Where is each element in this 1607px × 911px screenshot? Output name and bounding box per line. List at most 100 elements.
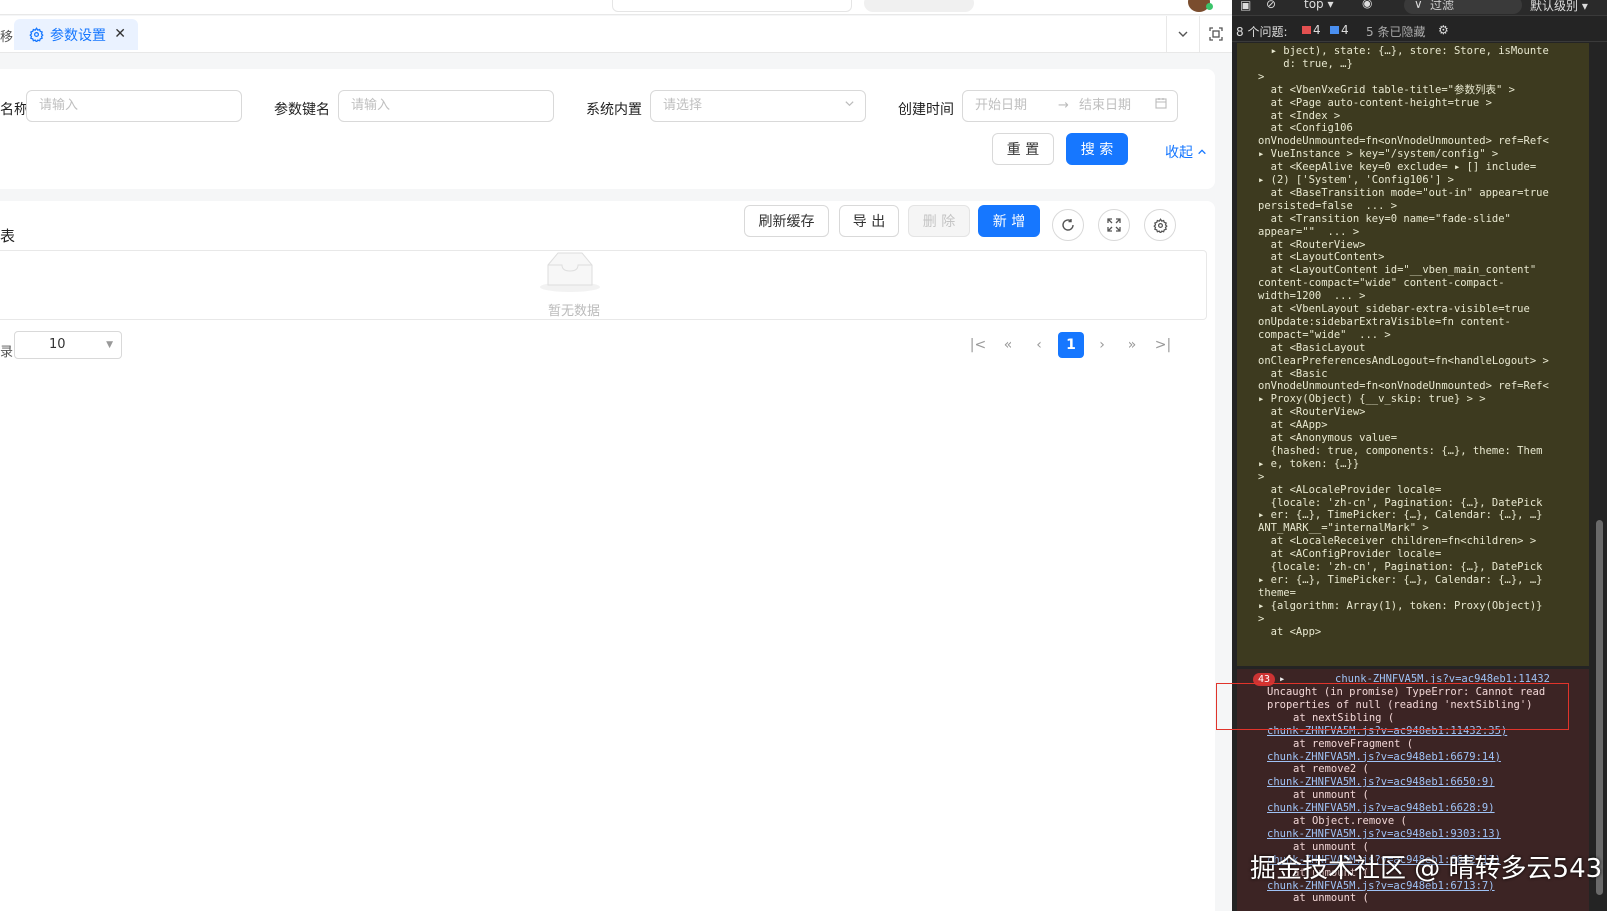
name-input[interactable]: 请输入 bbox=[26, 90, 242, 122]
reload-icon bbox=[1062, 219, 1074, 231]
builtin-label: 系统内置 bbox=[586, 102, 642, 118]
console-line: onClearPreferencesAndLogout=fn<handleLog… bbox=[1258, 354, 1549, 367]
hidden-count: 5 条已隐藏 bbox=[1366, 25, 1426, 39]
search-button[interactable]: 搜 索 bbox=[1066, 133, 1128, 165]
console-line: onVnodeUnmounted=fn<onVnodeUnmounted> re… bbox=[1258, 135, 1549, 148]
error-issues-count[interactable]: 4 bbox=[1302, 23, 1321, 37]
console-scrollbar[interactable] bbox=[1596, 520, 1603, 895]
double-chevron-left-icon: « bbox=[1003, 337, 1013, 353]
tab-previous[interactable]: 移 bbox=[0, 26, 13, 45]
clear-console-icon[interactable]: ⊘ bbox=[1266, 0, 1276, 11]
collapse-link[interactable]: 收起 bbox=[1165, 142, 1207, 162]
grid-card: 表 刷新缓存 导 出 删 除 新 增 暂无数据 录 10 ▼ |< « ‹ 1 … bbox=[0, 201, 1215, 911]
console-line: > bbox=[1258, 70, 1265, 83]
console-line: > bbox=[1258, 612, 1265, 625]
refresh-cache-button[interactable]: 刷新缓存 bbox=[744, 205, 829, 237]
export-button[interactable]: 导 出 bbox=[839, 205, 899, 237]
console-line: ▸ bject), state: {…}, store: Store, isMo… bbox=[1258, 45, 1549, 57]
issues-label: 8 个问题: bbox=[1236, 25, 1288, 39]
calendar-icon bbox=[1155, 91, 1167, 121]
jump-next-button[interactable]: » bbox=[1119, 332, 1145, 358]
collapse-label: 收起 bbox=[1165, 145, 1193, 161]
first-page-button[interactable]: |< bbox=[965, 332, 991, 358]
watermark: 掘金技术社区 @ 晴转多云543 bbox=[1250, 854, 1603, 884]
page-number-current[interactable]: 1 bbox=[1058, 332, 1084, 358]
stack-frame-line: at removeFragment ( bbox=[1293, 737, 1414, 750]
stack-source-link[interactable]: chunk-ZHNFVA5M.js?v=ac948eb1:6650:9) bbox=[1267, 776, 1495, 789]
caret-down-icon: ▼ bbox=[106, 340, 113, 350]
tab-label: 参数设置 bbox=[50, 27, 106, 44]
grid-title: 表 bbox=[0, 227, 16, 245]
tab-tools bbox=[1166, 16, 1232, 52]
data-table: 暂无数据 bbox=[0, 250, 1207, 320]
prev-page-button[interactable]: ‹ bbox=[1026, 332, 1052, 358]
console-line: at <Basic bbox=[1258, 367, 1328, 380]
devtools-toolbar: ▣ ⊘ top ▾ ◉ 过滤 ⊽ 默认级别 ▾ bbox=[1232, 0, 1607, 16]
devtools-console: ▣ ⊘ top ▾ ◉ 过滤 ⊽ 默认级别 ▾ 8 个问题: 4 4 5 条已隐… bbox=[1232, 0, 1607, 911]
console-line: at <KeepAlive key=0 exclude= ▸ [] includ… bbox=[1258, 161, 1537, 174]
fullscreen-button[interactable] bbox=[1098, 209, 1130, 241]
tab-dropdown-button[interactable] bbox=[1166, 16, 1199, 52]
search-form: 名称 请输入 参数键名 请输入 系统内置 请选择 创建时间 开始日期 → 结束日… bbox=[0, 69, 1215, 189]
console-line: ▸ er: {…}, TimePicker: {…}, Calendar: {…… bbox=[1258, 509, 1543, 522]
gear-icon[interactable]: ⚙ bbox=[1438, 23, 1449, 37]
key-input[interactable]: 请输入 bbox=[338, 90, 554, 122]
created-label: 创建时间 bbox=[898, 102, 954, 118]
reset-button[interactable]: 重 置 bbox=[992, 133, 1054, 165]
stack-frame-line: at remove2 ( bbox=[1293, 763, 1369, 776]
stack-source-link[interactable]: chunk-ZHNFVA5M.js?v=ac948eb1:9303:13) bbox=[1267, 828, 1501, 841]
filter-label: 过滤 bbox=[1430, 0, 1455, 12]
context-select[interactable]: top ▾ bbox=[1304, 0, 1334, 11]
tab-param-settings[interactable]: 参数设置 ✕ bbox=[14, 19, 138, 50]
top-header bbox=[0, 0, 1232, 15]
issues-bar: 8 个问题: 4 4 5 条已隐藏 ⚙ bbox=[1232, 17, 1607, 42]
end-date-input[interactable]: 结束日期 bbox=[1079, 91, 1131, 121]
close-icon[interactable]: ✕ bbox=[114, 26, 126, 42]
header-pill[interactable] bbox=[864, 0, 974, 12]
console-line: width=1200 ... > bbox=[1258, 290, 1366, 303]
console-line: content-compact="wide" content-compact- bbox=[1258, 277, 1505, 290]
stack-frame-line: at unmount ( bbox=[1293, 892, 1369, 905]
range-arrow: → bbox=[1058, 98, 1069, 113]
sidebar-toggle-icon[interactable]: ▣ bbox=[1240, 0, 1251, 12]
start-date-input[interactable]: 开始日期 bbox=[975, 98, 1027, 113]
console-line: at <Page auto-content-height=true > bbox=[1258, 96, 1492, 109]
info-issues-count[interactable]: 4 bbox=[1330, 23, 1349, 37]
empty-text: 暂无数据 bbox=[547, 304, 600, 319]
add-button[interactable]: 新 增 bbox=[978, 205, 1040, 237]
console-line: at <VbenVxeGrid table-title="参数列表" > bbox=[1258, 83, 1515, 96]
eye-icon[interactable]: ◉ bbox=[1362, 0, 1372, 10]
tab-maximize-button[interactable] bbox=[1199, 16, 1232, 52]
reload-button[interactable] bbox=[1052, 209, 1084, 241]
column-settings-button[interactable] bbox=[1144, 209, 1176, 241]
global-search-box[interactable] bbox=[612, 0, 852, 12]
console-line: {hashed: true, components: {…}, theme: T… bbox=[1258, 444, 1543, 457]
console-line: persisted=false ... > bbox=[1258, 199, 1398, 212]
builtin-select[interactable]: 请选择 bbox=[650, 90, 866, 122]
stack-source-link[interactable]: chunk-ZHNFVA5M.js?v=ac948eb1:6679:14) bbox=[1267, 751, 1501, 764]
gear-icon bbox=[1152, 217, 1168, 233]
info-message-icon bbox=[1330, 26, 1339, 34]
first-page-icon: |< bbox=[969, 337, 987, 353]
info-count: 4 bbox=[1341, 23, 1349, 37]
console-line: > bbox=[1258, 470, 1265, 483]
next-page-button[interactable]: › bbox=[1089, 332, 1115, 358]
chevron-up-icon bbox=[1198, 149, 1207, 155]
date-range-picker[interactable]: 开始日期 → 结束日期 bbox=[962, 90, 1178, 122]
console-line: {locale: 'zh-cn', Pagination: {…}, DateP… bbox=[1258, 496, 1543, 509]
stack-source-link[interactable]: chunk-ZHNFVA5M.js?v=ac948eb1:6628:9) bbox=[1267, 802, 1495, 815]
console-line: at <LocaleReceiver children=fn<children>… bbox=[1258, 535, 1537, 548]
console-line: appear="" ... > bbox=[1258, 225, 1360, 238]
app-area: 移 参数设置 ✕ 名称 请输入 参数键名 请输入 系统内置 请选择 创建时间 开… bbox=[0, 0, 1232, 911]
last-page-button[interactable]: >| bbox=[1150, 332, 1176, 358]
gear-icon bbox=[29, 27, 44, 42]
page-size-select[interactable]: 10 ▼ bbox=[14, 331, 122, 359]
console-line: at <App> bbox=[1258, 625, 1322, 638]
console-line: ▸ Proxy(Object) {__v_skip: true} > > bbox=[1258, 393, 1486, 406]
log-level-select[interactable]: 默认级别 ▾ bbox=[1530, 0, 1588, 14]
console-line: at <AApp> bbox=[1258, 419, 1328, 432]
delete-button[interactable]: 删 除 bbox=[908, 205, 970, 237]
jump-prev-button[interactable]: « bbox=[995, 332, 1021, 358]
console-line: at <RouterView> bbox=[1258, 238, 1366, 251]
console-line: {locale: 'zh-cn', Pagination: {…}, DateP… bbox=[1258, 561, 1543, 573]
